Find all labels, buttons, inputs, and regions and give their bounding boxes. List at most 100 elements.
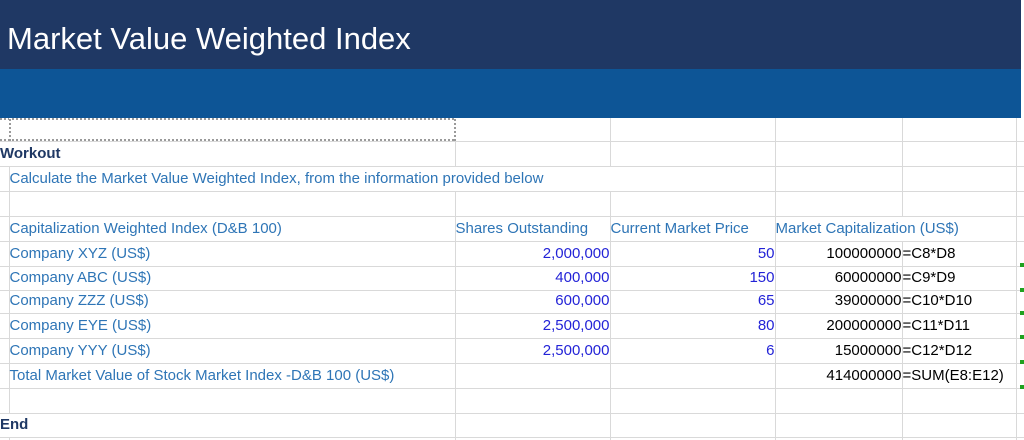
shares-value-cell[interactable]: 400,000 <box>455 266 611 291</box>
empty-cell[interactable] <box>455 363 611 389</box>
empty-cell[interactable] <box>1016 118 1024 142</box>
company-label-cell[interactable]: Company YYY (US$) <box>9 338 456 364</box>
mcap-value-cell[interactable]: 60000000 <box>775 266 903 291</box>
sheet-row-10: Company ZZZ (US$) 600,000 65 39000000 =C… <box>0 290 1024 314</box>
empty-cell[interactable] <box>775 166 903 192</box>
empty-cell[interactable] <box>610 388 776 414</box>
sheet-row-8: Company XYZ (US$) 2,000,000 50 100000000… <box>0 241 1024 267</box>
header-mcap-cell[interactable]: Market Capitalization (US$) <box>775 216 1017 242</box>
company-label-cell[interactable]: Company XYZ (US$) <box>9 241 456 267</box>
empty-cell[interactable] <box>775 191 903 217</box>
header-price-cell[interactable]: Current Market Price <box>610 216 776 242</box>
shares-value-cell[interactable]: 2,000,000 <box>455 241 611 267</box>
total-mcap-cell[interactable]: 414000000 <box>775 363 903 389</box>
sheet-row-9: Company ABC (US$) 400,000 150 60000000 =… <box>0 266 1024 291</box>
mcap-value-cell[interactable]: 15000000 <box>775 338 903 364</box>
empty-cell[interactable] <box>9 388 456 414</box>
price-value-cell[interactable]: 50 <box>610 241 776 267</box>
copy-marquee-right-border <box>454 118 456 141</box>
total-formula-cell[interactable]: =SUM(E8:E12) <box>902 363 1017 389</box>
empty-cell[interactable] <box>455 141 611 167</box>
empty-cell[interactable] <box>0 266 10 291</box>
formula-cell[interactable]: =C11*D11 <box>902 313 1017 339</box>
title-banner: Market Value Weighted Index <box>0 0 1021 69</box>
empty-cell[interactable] <box>1016 388 1024 414</box>
price-value-cell[interactable]: 65 <box>610 290 776 314</box>
empty-cell[interactable] <box>610 191 776 217</box>
sheet-row-14 <box>0 388 1024 414</box>
green-border-tick <box>1020 385 1024 389</box>
empty-cell[interactable] <box>610 118 776 142</box>
empty-cell[interactable] <box>1016 166 1024 192</box>
sheet-row-12: Company YYY (US$) 2,500,000 6 15000000 =… <box>0 338 1024 364</box>
empty-cell[interactable] <box>902 413 1017 438</box>
empty-cell[interactable] <box>0 313 10 339</box>
sheet-row-13: Total Market Value of Stock Market Index… <box>0 363 1024 389</box>
empty-cell[interactable] <box>775 141 903 167</box>
shares-value-cell[interactable]: 2,500,000 <box>455 338 611 364</box>
workout-heading-cell[interactable]: Workout <box>0 141 456 167</box>
worksheet-grid: Workout Calculate the Market Value Weigh… <box>0 118 1024 440</box>
empty-cell[interactable] <box>0 166 10 192</box>
copy-marquee-top-border <box>0 118 456 120</box>
empty-cell[interactable] <box>610 363 776 389</box>
empty-cell[interactable] <box>0 388 10 414</box>
price-value-cell[interactable]: 6 <box>610 338 776 364</box>
end-heading-cell[interactable]: End <box>0 413 456 438</box>
empty-cell[interactable] <box>0 338 10 364</box>
instruction-cell[interactable]: Calculate the Market Value Weighted Inde… <box>9 166 776 192</box>
empty-cell[interactable] <box>455 191 611 217</box>
empty-cell[interactable] <box>610 413 776 438</box>
company-label-cell[interactable]: Company EYE (US$) <box>9 313 456 339</box>
empty-cell[interactable] <box>902 118 1017 142</box>
subtitle-band <box>0 69 1021 118</box>
sheet-row-6 <box>0 191 1024 217</box>
empty-cell[interactable] <box>902 141 1017 167</box>
empty-cell[interactable] <box>775 118 903 142</box>
empty-cell[interactable] <box>610 141 776 167</box>
mcap-value-cell[interactable]: 39000000 <box>775 290 903 314</box>
shares-value-cell[interactable]: 600,000 <box>455 290 611 314</box>
copy-marquee-bottom-border <box>0 139 456 141</box>
empty-cell[interactable] <box>1016 413 1024 438</box>
price-value-cell[interactable]: 150 <box>610 266 776 291</box>
empty-cell[interactable] <box>0 290 10 314</box>
header-shares-cell[interactable]: Shares Outstanding <box>455 216 611 242</box>
formula-cell[interactable]: =C8*D8 <box>902 241 1017 267</box>
total-label-cell[interactable]: Total Market Value of Stock Market Index… <box>9 363 456 389</box>
empty-cell[interactable] <box>1016 290 1024 314</box>
header-company-cell[interactable]: Capitalization Weighted Index (D&B 100) <box>9 216 456 242</box>
sheet-row-4: Workout <box>0 141 1024 167</box>
empty-cell[interactable] <box>0 191 10 217</box>
empty-cell[interactable] <box>9 191 456 217</box>
shares-value-cell[interactable]: 2,500,000 <box>455 313 611 339</box>
empty-cell[interactable] <box>902 388 1017 414</box>
price-value-cell[interactable]: 80 <box>610 313 776 339</box>
empty-cell[interactable] <box>0 216 10 242</box>
empty-cell[interactable] <box>0 241 10 267</box>
sheet-row-15: End <box>0 413 1024 438</box>
empty-cell[interactable] <box>902 191 1017 217</box>
empty-cell[interactable] <box>1016 141 1024 167</box>
empty-cell[interactable] <box>0 118 10 142</box>
empty-cell[interactable] <box>0 363 10 389</box>
company-label-cell[interactable]: Company ZZZ (US$) <box>9 290 456 314</box>
green-border-tick <box>1020 360 1024 364</box>
empty-cell[interactable] <box>455 118 611 142</box>
empty-cell[interactable] <box>775 388 903 414</box>
empty-cell[interactable] <box>1016 216 1024 242</box>
mcap-value-cell[interactable]: 100000000 <box>775 241 903 267</box>
empty-cell[interactable] <box>1016 266 1024 291</box>
company-label-cell[interactable]: Company ABC (US$) <box>9 266 456 291</box>
empty-cell[interactable] <box>775 413 903 438</box>
formula-cell[interactable]: =C9*D9 <box>902 266 1017 291</box>
page-title: Market Value Weighted Index <box>7 21 411 56</box>
empty-cell[interactable] <box>902 166 1017 192</box>
formula-cell[interactable]: =C12*D12 <box>902 338 1017 364</box>
empty-cell[interactable] <box>1016 191 1024 217</box>
empty-cell[interactable] <box>455 413 611 438</box>
mcap-value-cell[interactable]: 200000000 <box>775 313 903 339</box>
empty-cell[interactable] <box>455 388 611 414</box>
formula-cell[interactable]: =C10*D10 <box>902 290 1017 314</box>
marquee-source-cell[interactable] <box>9 118 456 142</box>
